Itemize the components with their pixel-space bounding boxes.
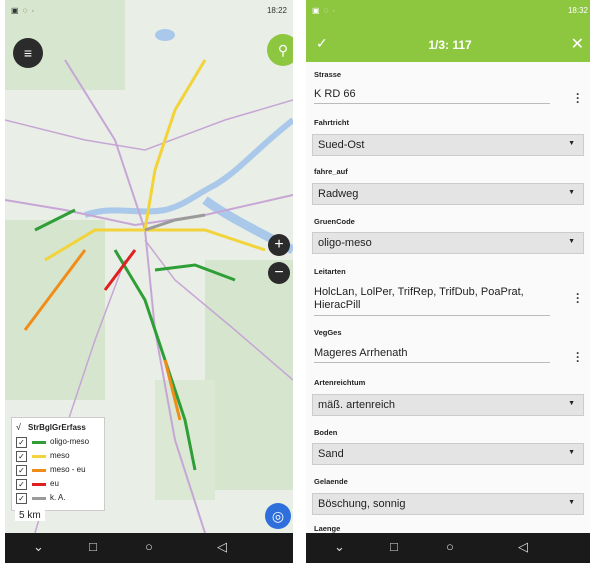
home-icon[interactable]: ○ [145, 539, 153, 554]
legend-label: meso - eu [50, 465, 86, 474]
form-screen: ▣ ◌ ∙ 18:32 ✓ 1/3: 117 ✕ Strasse K RD 66… [306, 0, 590, 563]
field-label: GruenCode [314, 217, 355, 226]
status-time: 18:32 [567, 6, 588, 15]
select-value: mäß. artenreich [318, 399, 396, 411]
recents-icon[interactable]: □ [390, 539, 398, 554]
field-label: fahre_auf [314, 167, 348, 176]
chevron-down-icon: ▼ [568, 189, 575, 196]
fahrtricht-select[interactable]: Sued-Ost ▼ [312, 134, 584, 156]
map-view[interactable]: ▣ ◌ ∙ 18:22 ≡ ⚲ + − ◎ √ StrBglGrErfass ✓… [5, 0, 293, 533]
legend-item[interactable]: ✓ k. A. [16, 492, 104, 504]
boden-select[interactable]: Sand ▼ [312, 443, 584, 465]
back-icon[interactable]: ◁ [518, 539, 528, 555]
search-icon: ⚲ [277, 41, 289, 58]
fahre-auf-select[interactable]: Radweg ▼ [312, 183, 584, 205]
strasse-field[interactable]: K RD 66 [314, 88, 550, 104]
minus-icon: − [274, 264, 284, 281]
legend-label: k. A. [50, 493, 66, 502]
checkbox[interactable]: ✓ [16, 493, 27, 504]
field-label: Boden [314, 428, 338, 437]
locate-button[interactable]: ◎ [265, 503, 291, 529]
recents-icon[interactable]: □ [89, 539, 97, 554]
legend-swatch [32, 497, 46, 500]
legend-swatch [32, 455, 46, 458]
legend-label: meso [50, 451, 70, 460]
checkbox[interactable]: ✓ [16, 465, 27, 476]
attribute-form: Strasse K RD 66 · · · Fahrtricht Sued-Ost … [306, 62, 590, 533]
record-title: 1/3: 117 [428, 38, 472, 52]
app-bar: ▣ ◌ ∙ 18:32 ✓ 1/3: 117 ✕ [306, 0, 590, 62]
artenreichtum-select[interactable]: mäß. artenreich ▼ [312, 394, 584, 416]
more-vert-icon[interactable]: · · · [576, 288, 580, 308]
field-label: Gelaende [314, 477, 348, 486]
chevron-down-icon: ▼ [568, 238, 575, 245]
android-nav-bar: ⌄ □ ○ ◁ [5, 533, 293, 563]
chevron-down-icon[interactable]: ⌄ [33, 539, 44, 555]
back-icon[interactable]: ◁ [217, 539, 227, 555]
chevron-down-icon: ▼ [568, 499, 575, 506]
select-value: oligo-meso [318, 237, 372, 249]
legend-item[interactable]: ✓ meso [16, 450, 104, 462]
status-bar: ▣ ◌ ∙ 18:22 [5, 0, 293, 24]
field-label: Leitarten [314, 267, 346, 276]
legend-label: eu [50, 479, 59, 488]
status-icons: ▣ ◌ ∙ [11, 6, 35, 15]
zoom-out-button[interactable]: − [268, 262, 290, 284]
menu-icon: ≡ [23, 45, 33, 61]
vegges-field[interactable]: Mageres Arrhenath [314, 347, 550, 363]
plus-icon: + [274, 236, 284, 253]
scale-bar: 5 km [15, 510, 45, 521]
gelaende-select[interactable]: Böschung, sonnig ▼ [312, 493, 584, 515]
legend-swatch [32, 441, 46, 444]
select-value: Sued-Ost [318, 139, 365, 151]
chevron-down-icon: ▼ [568, 400, 575, 407]
close-icon[interactable]: ✕ [571, 34, 584, 54]
zoom-in-button[interactable]: + [268, 234, 290, 256]
status-bar: ▣ ◌ ∙ 18:32 [306, 0, 590, 24]
field-label: Fahrtricht [314, 118, 350, 127]
chevron-down-icon[interactable]: ⌄ [334, 539, 345, 555]
chevron-down-icon: ▼ [568, 140, 575, 147]
field-label: Laenge [314, 524, 341, 533]
legend-item[interactable]: ✓ oligo-meso [16, 436, 104, 448]
checkbox[interactable]: ✓ [16, 479, 27, 490]
chevron-down-icon: ▼ [568, 449, 575, 456]
gruencode-select[interactable]: oligo-meso ▼ [312, 232, 584, 254]
map-screen: ▣ ◌ ∙ 18:22 ≡ ⚲ + − ◎ √ StrBglGrErfass ✓… [5, 0, 293, 563]
more-vert-icon[interactable]: · · · [576, 347, 580, 367]
status-time: 18:22 [266, 6, 287, 15]
legend-label: oligo-meso [50, 437, 90, 446]
select-value: Sand [318, 448, 344, 460]
layer-icon: √ [16, 422, 21, 432]
legend-item[interactable]: ✓ eu [16, 478, 104, 490]
map-legend: √ StrBglGrErfass ✓ oligo-meso ✓ meso ✓ m… [11, 417, 105, 511]
crosshair-icon: ◎ [271, 507, 285, 524]
more-vert-icon[interactable]: · · · [576, 88, 580, 108]
menu-button[interactable]: ≡ [13, 38, 43, 68]
android-nav-bar: ⌄ □ ○ ◁ [306, 533, 590, 563]
field-label: Strasse [314, 70, 342, 79]
legend-title: StrBglGrErfass [28, 423, 86, 432]
home-icon[interactable]: ○ [446, 539, 454, 554]
legend-swatch [32, 469, 46, 472]
legend-item[interactable]: ✓ meso - eu [16, 464, 104, 476]
status-icons: ▣ ◌ ∙ [312, 6, 336, 15]
legend-swatch [32, 483, 46, 486]
select-value: Böschung, sonnig [318, 498, 406, 510]
checkbox[interactable]: ✓ [16, 451, 27, 462]
select-value: Radweg [318, 188, 359, 200]
leitarten-field[interactable]: HolcLan, LolPer, TrifRep, TrifDub, PoaPr… [314, 286, 550, 316]
checkbox[interactable]: ✓ [16, 437, 27, 448]
search-button[interactable]: ⚲ [267, 34, 293, 66]
field-label: VegGes [314, 328, 342, 337]
field-label: Artenreichtum [314, 378, 366, 387]
